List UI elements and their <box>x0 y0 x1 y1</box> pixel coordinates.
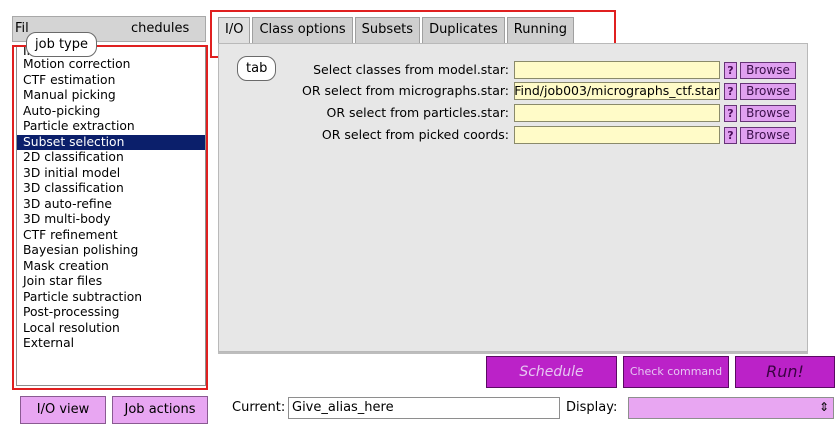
current-alias-input[interactable]: Give_alias_here <box>288 397 560 419</box>
help-button-picked-coords[interactable]: ? <box>724 127 737 144</box>
micrographs-star-input[interactable]: CtfFind/job003/micrographs_ctf.star <box>514 82 720 100</box>
help-button-micrographs-star[interactable]: ? <box>724 83 737 100</box>
updown-arrow-icon: ⇕ <box>818 400 829 414</box>
schedule-button[interactable]: Schedule <box>486 356 617 388</box>
job-actions-button[interactable]: Job actions <box>112 396 208 424</box>
job-type-callout: job type <box>26 32 97 57</box>
job-type-annotation-box <box>12 45 208 390</box>
left-header-prefix: Fil <box>15 21 29 36</box>
picked-coords-input[interactable] <box>514 126 720 144</box>
browse-button-picked-coords[interactable]: Browse <box>740 127 796 144</box>
field-label-micrographs-star: OR select from micrographs.star: <box>302 83 509 98</box>
tab-callout: tab <box>237 56 277 81</box>
field-label-particles-star: OR select from particles.star: <box>326 105 509 120</box>
check-command-button[interactable]: Check command <box>623 356 729 388</box>
browse-button-micrographs-star[interactable]: Browse <box>740 83 796 100</box>
browse-button-particles-star[interactable]: Browse <box>740 105 796 122</box>
field-label-picked-coords: OR select from picked coords: <box>321 127 509 142</box>
particles-star-input[interactable] <box>514 104 720 122</box>
display-select[interactable]: ⇕ <box>628 397 834 419</box>
model-star-input[interactable] <box>514 61 720 79</box>
current-label: Current: <box>232 400 286 415</box>
help-button-particles-star[interactable]: ? <box>724 105 737 122</box>
browse-button-model-star[interactable]: Browse <box>740 62 796 79</box>
run-button[interactable]: Run! <box>735 356 835 388</box>
io-view-button[interactable]: I/O view <box>20 396 106 424</box>
field-label-model-star: Select classes from model.star: <box>313 62 509 77</box>
left-header-suffix: chedules <box>131 21 190 36</box>
io-panel: Select classes from model.star: ? Browse… <box>218 43 808 352</box>
help-button-model-star[interactable]: ? <box>724 62 737 79</box>
panel-separator <box>218 352 808 354</box>
display-label: Display: <box>566 400 618 415</box>
